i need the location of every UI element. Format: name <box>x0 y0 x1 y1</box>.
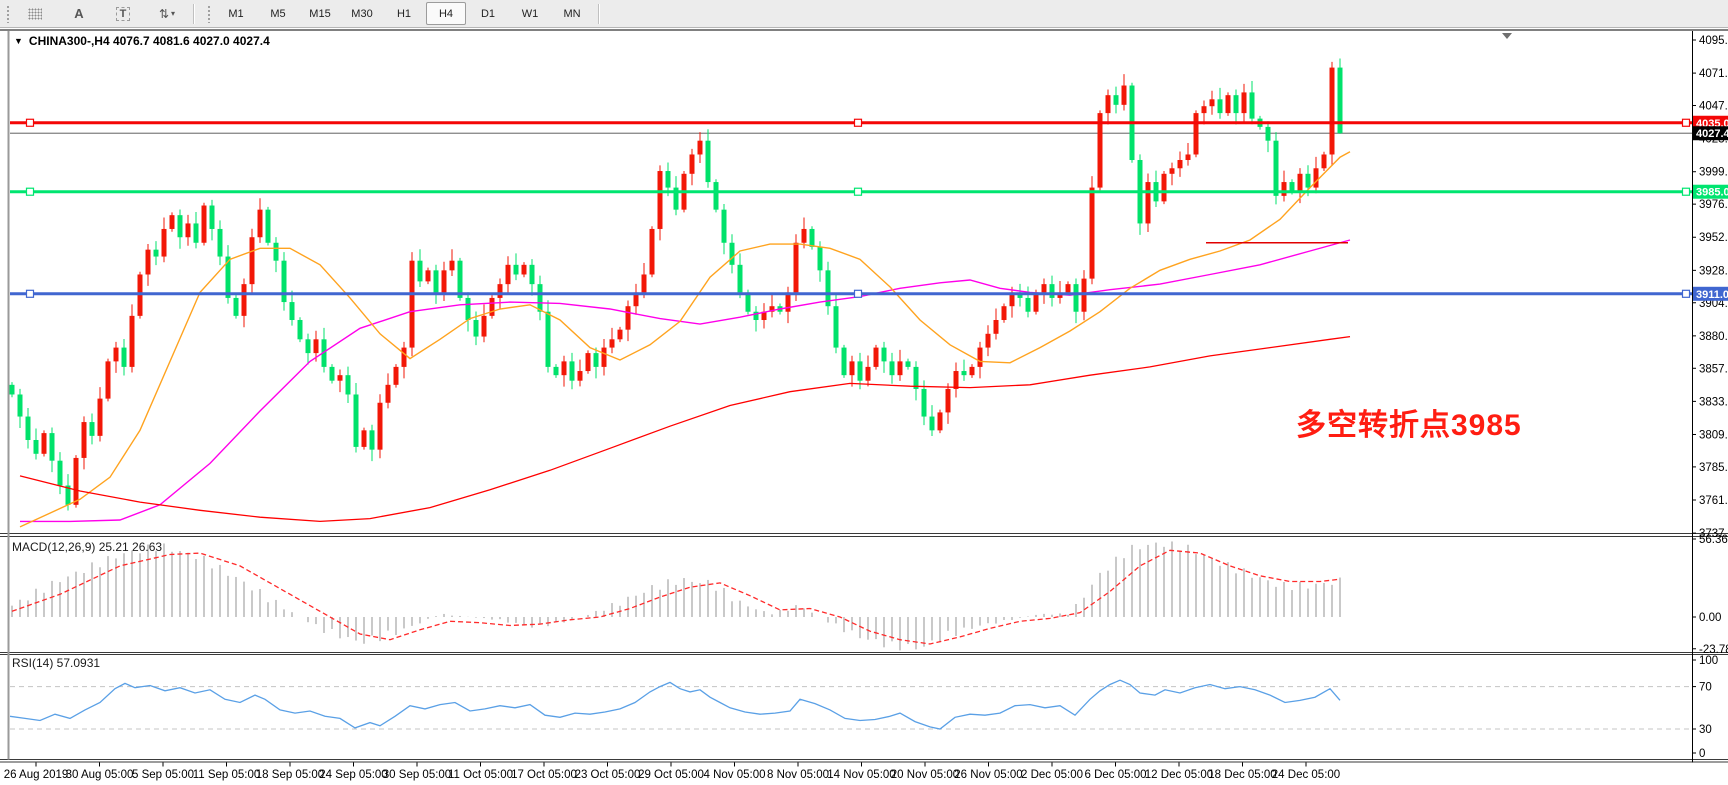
svg-text:18 Sep 05:00: 18 Sep 05:00 <box>256 769 324 781</box>
rsi-axis-label: 0 <box>1699 748 1705 760</box>
pivot-line-anchor[interactable] <box>855 188 862 195</box>
toolbar-separator <box>598 4 600 24</box>
timeframe-h1[interactable]: H1 <box>384 2 424 25</box>
chart-canvas[interactable]: 4095.04071.04047.54023.53999.53976.03952… <box>0 28 1728 785</box>
svg-text:3928.0: 3928.0 <box>1699 265 1728 277</box>
resistance-line-anchor[interactable] <box>27 119 34 126</box>
svg-text:24 Dec 05:00: 24 Dec 05:00 <box>1272 769 1340 781</box>
support-line-anchor[interactable] <box>27 290 34 297</box>
svg-text:5 Sep 05:00: 5 Sep 05:00 <box>132 769 194 781</box>
shift-marker-icon[interactable] <box>1502 33 1512 39</box>
mt4-window: AT⇅▾ M1M5M15M30H1H4D1W1MN 4095.0 4071.0 40… <box>0 0 1728 785</box>
chart-menu-icon[interactable]: ▼ <box>14 36 23 46</box>
svg-text:11 Oct 05:00: 11 Oct 05:00 <box>448 769 513 781</box>
price-axis[interactable]: 4095.04071.04047.54023.53999.53976.03952… <box>1692 35 1728 540</box>
timeframe-w1[interactable]: W1 <box>510 2 550 25</box>
svg-text:4027.4: 4027.4 <box>1696 128 1728 140</box>
candlestick-series[interactable] <box>10 58 1343 510</box>
svg-text:4 Nov 05:00: 4 Nov 05:00 <box>703 769 765 781</box>
macd-histogram <box>12 541 1340 650</box>
timeframe-h4[interactable]: H4 <box>426 2 466 25</box>
svg-text:6 Dec 05:00: 6 Dec 05:00 <box>1084 769 1146 781</box>
timeframe-m15[interactable]: M15 <box>300 2 340 25</box>
svg-text:29 Oct 05:00: 29 Oct 05:00 <box>638 769 704 781</box>
ma-red-line <box>20 337 1350 522</box>
fibo-grid-icon <box>28 8 42 20</box>
rsi-axis-label: 70 <box>1699 682 1712 694</box>
rsi-line <box>10 680 1340 729</box>
svg-text:17 Oct 05:00: 17 Oct 05:00 <box>511 769 577 781</box>
date-axis[interactable]: 26 Aug 201930 Aug 05:005 Sep 05:0011 Sep… <box>4 763 1341 782</box>
toolbar-grip[interactable] <box>207 5 212 23</box>
symbol-ohlc-text: CHINA300-,H4 4076.7 4081.6 4027.0 4027.4 <box>29 34 270 48</box>
pivot-line-anchor[interactable] <box>27 188 34 195</box>
resistance-line-anchor[interactable] <box>855 119 862 126</box>
rsi-axis-label: 30 <box>1699 724 1712 736</box>
svg-text:26 Nov 05:00: 26 Nov 05:00 <box>954 769 1022 781</box>
timeframe-m30[interactable]: M30 <box>342 2 382 25</box>
svg-text:30 Sep 05:00: 30 Sep 05:00 <box>383 769 451 781</box>
fibo-grid-icon[interactable] <box>15 3 55 25</box>
rsi-axis-label: 100 <box>1699 655 1718 667</box>
svg-text:3985.0: 3985.0 <box>1696 187 1728 199</box>
toolbar-separator <box>193 4 195 24</box>
arrows-stamp-icon[interactable]: ⇅▾ <box>147 3 187 25</box>
support-line-anchor[interactable] <box>855 290 862 297</box>
svg-text:4071.0: 4071.0 <box>1699 68 1728 80</box>
timeframe-m5[interactable]: M5 <box>258 2 298 25</box>
svg-text:3952.0: 3952.0 <box>1699 232 1728 244</box>
ma-magenta-line <box>20 240 1350 521</box>
svg-text:18 Dec 05:00: 18 Dec 05:00 <box>1208 769 1276 781</box>
timeframe-m1[interactable]: M1 <box>216 2 256 25</box>
svg-text:14 Nov 05:00: 14 Nov 05:00 <box>827 769 895 781</box>
svg-text:3785.5: 3785.5 <box>1699 462 1728 474</box>
svg-text:3761.5: 3761.5 <box>1699 495 1728 507</box>
text-a-icon[interactable]: A <box>59 3 99 25</box>
svg-text:24 Sep 05:00: 24 Sep 05:00 <box>319 769 387 781</box>
svg-text:30 Aug 05:00: 30 Aug 05:00 <box>66 769 134 781</box>
rsi-label: RSI(14) 57.0931 <box>12 656 100 670</box>
chart-title[interactable]: ▼ CHINA300-,H4 4076.7 4081.6 4027.0 4027… <box>14 34 270 48</box>
svg-text:3976.0: 3976.0 <box>1699 199 1728 211</box>
svg-text:4095.0: 4095.0 <box>1699 35 1728 47</box>
svg-text:3857.0: 3857.0 <box>1699 363 1728 375</box>
svg-text:11 Sep 05:00: 11 Sep 05:00 <box>193 769 261 781</box>
timeframe-d1[interactable]: D1 <box>468 2 508 25</box>
support-line-anchor[interactable] <box>1683 290 1690 297</box>
macd-label: MACD(12,26,9) 25.21 26.63 <box>12 540 162 554</box>
text-label-icon[interactable]: T <box>103 3 143 25</box>
svg-text:3809.0: 3809.0 <box>1699 429 1728 441</box>
toolbar: AT⇅▾ M1M5M15M30H1H4D1W1MN <box>0 0 1728 28</box>
macd-axis-label: 0.00 <box>1699 612 1721 624</box>
svg-text:4047.5: 4047.5 <box>1699 101 1728 113</box>
macd-axis-label: 56.36 <box>1699 534 1728 546</box>
svg-text:2 Dec 05:00: 2 Dec 05:00 <box>1021 769 1083 781</box>
svg-text:20 Nov 05:00: 20 Nov 05:00 <box>891 769 959 781</box>
macd-axis-label: -23.78 <box>1699 644 1728 656</box>
svg-text:3911.0: 3911.0 <box>1696 289 1728 301</box>
svg-text:3880.5: 3880.5 <box>1699 331 1728 343</box>
pivot-line-anchor[interactable] <box>1683 188 1690 195</box>
svg-text:3999.5: 3999.5 <box>1699 167 1728 179</box>
svg-text:23 Oct 05:00: 23 Oct 05:00 <box>575 769 641 781</box>
svg-text:12 Dec 05:00: 12 Dec 05:00 <box>1145 769 1213 781</box>
annotation-text[interactable]: 多空转折点3985 <box>1296 400 1522 444</box>
toolbar-grip[interactable] <box>6 5 11 23</box>
timeframe-mn[interactable]: MN <box>552 2 592 25</box>
svg-text:8 Nov 05:00: 8 Nov 05:00 <box>767 769 829 781</box>
svg-text:26 Aug 2019: 26 Aug 2019 <box>4 769 69 781</box>
resistance-line-anchor[interactable] <box>1683 119 1690 126</box>
svg-text:3833.0: 3833.0 <box>1699 396 1728 408</box>
